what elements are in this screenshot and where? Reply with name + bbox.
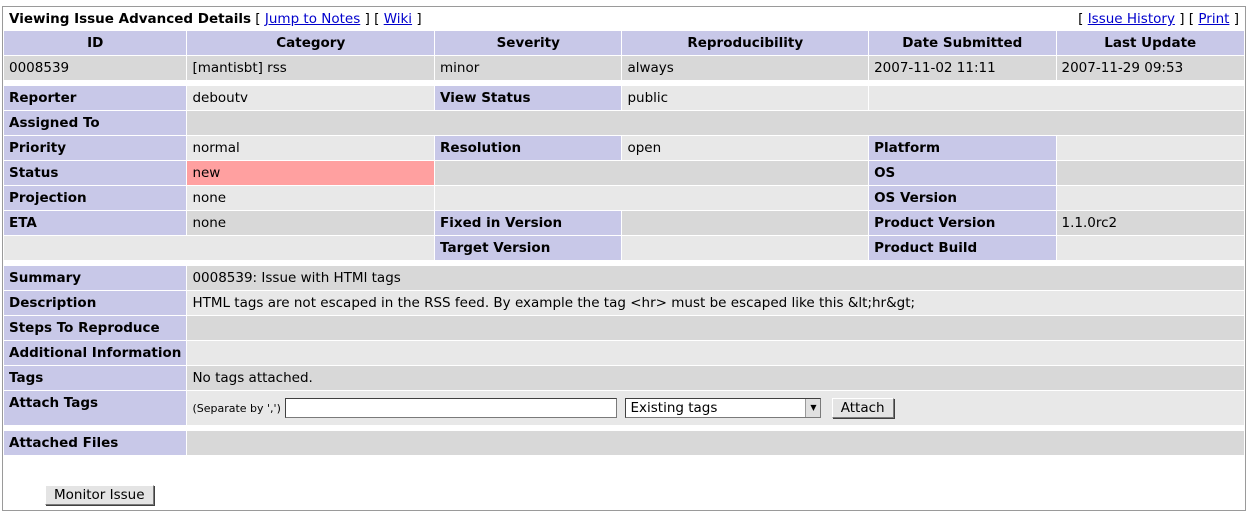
reporter-row: Reporter deboutv View Status public xyxy=(4,86,1244,110)
status-row-filler xyxy=(435,161,868,185)
reporter-value: deboutv xyxy=(192,90,248,106)
description-row: Description HTML tags are not escaped in… xyxy=(4,291,1244,315)
tags-row: Tags No tags attached. xyxy=(4,366,1244,390)
existing-tags-select[interactable]: Existing tags ▼ xyxy=(625,398,822,418)
additional-info-row: Additional Information xyxy=(4,341,1244,365)
assigned-to-row: Assigned To xyxy=(4,111,1244,135)
reporter-row-filler xyxy=(869,86,1244,110)
steps-label: Steps To Reproduce xyxy=(4,316,187,340)
product-build-label: Product Build xyxy=(869,236,1056,260)
title-row: Viewing Issue Advanced Details [ Jump to… xyxy=(4,8,1244,30)
target-version-row: Target Version Product Build xyxy=(4,236,1244,260)
os-label: OS xyxy=(869,161,1056,185)
status-label: Status xyxy=(4,161,187,185)
issue-id: 0008539 xyxy=(9,60,70,76)
view-status-value: public xyxy=(627,90,669,106)
spacer-row xyxy=(4,261,1244,265)
eta-row: ETA none Fixed in Version Product Versio… xyxy=(4,211,1244,235)
existing-tags-selected: Existing tags xyxy=(630,400,718,416)
resolution-label: Resolution xyxy=(435,136,622,160)
additional-info-label: Additional Information xyxy=(4,341,187,365)
attach-tags-hint: (Separate by ',') xyxy=(192,402,281,415)
column-header-row: ID Category Severity Reproducibility Dat… xyxy=(4,31,1244,55)
col-header-category: Category xyxy=(187,31,435,55)
target-version-row-filler xyxy=(4,236,434,260)
attached-files-value xyxy=(187,431,1244,455)
priority-label: Priority xyxy=(4,136,187,160)
resolution-value: open xyxy=(627,140,662,156)
status-row: Status new OS xyxy=(4,161,1244,185)
attach-tags-row: Attach Tags (Separate by ',') Existing t… xyxy=(4,391,1244,425)
additional-info-value xyxy=(187,341,1244,365)
projection-label: Projection xyxy=(4,186,187,210)
status-value: new xyxy=(187,161,435,185)
spacer-row xyxy=(4,426,1244,430)
steps-value xyxy=(187,316,1244,340)
issue-last-update: 2007-11-29 09:53 xyxy=(1061,60,1184,76)
col-header-reproducibility: Reproducibility xyxy=(622,31,869,55)
issue-date-submitted: 2007-11-02 11:11 xyxy=(874,60,996,76)
col-header-id: ID xyxy=(4,31,187,55)
spacer-row xyxy=(4,81,1244,85)
issue-category: [mantisbt] rss xyxy=(192,60,287,76)
print-link[interactable]: Print xyxy=(1198,11,1229,27)
assigned-to-value xyxy=(187,111,1244,135)
projection-row: Projection none OS Version xyxy=(4,186,1244,210)
fixed-in-version-value xyxy=(622,211,868,235)
issue-details-table: Viewing Issue Advanced Details [ Jump to… xyxy=(3,7,1245,456)
os-version-label: OS Version xyxy=(869,186,1056,210)
summary-label: Summary xyxy=(4,266,187,290)
eta-label: ETA xyxy=(4,211,187,235)
issue-summary-row: 0008539 [mantisbt] rss minor always 2007… xyxy=(4,56,1244,80)
issue-details-frame: Viewing Issue Advanced Details [ Jump to… xyxy=(2,6,1246,511)
priority-value: normal xyxy=(192,140,240,156)
col-header-severity: Severity xyxy=(435,31,622,55)
product-version-label: Product Version xyxy=(869,211,1056,235)
os-version-value xyxy=(1057,186,1245,210)
col-header-last-update: Last Update xyxy=(1056,31,1244,55)
assigned-to-label: Assigned To xyxy=(4,111,187,135)
priority-row: Priority normal Resolution open Platform xyxy=(4,136,1244,160)
issue-severity: minor xyxy=(440,60,480,76)
eta-value: none xyxy=(192,215,227,231)
issue-history-link[interactable]: Issue History xyxy=(1088,11,1175,27)
attach-button[interactable]: Attach xyxy=(831,398,894,418)
projection-value: none xyxy=(192,190,227,206)
steps-row: Steps To Reproduce xyxy=(4,316,1244,340)
jump-to-notes-link[interactable]: Jump to Notes xyxy=(265,11,360,27)
platform-label: Platform xyxy=(869,136,1056,160)
summary-value: 0008539: Issue with HTMl tags xyxy=(192,270,401,286)
issue-reproducibility: always xyxy=(627,60,674,76)
title-links-cell: [ Issue History ] [ Print ] xyxy=(869,8,1244,30)
target-version-label: Target Version xyxy=(435,236,622,260)
platform-value xyxy=(1057,136,1245,160)
page-title: Viewing Issue Advanced Details xyxy=(9,11,251,27)
tag-input[interactable] xyxy=(285,398,618,418)
monitor-issue-button[interactable]: Monitor Issue xyxy=(45,485,154,505)
view-status-label: View Status xyxy=(435,86,622,110)
projection-row-filler xyxy=(435,186,868,210)
attach-tags-cell: (Separate by ',') Existing tags ▼ Attach xyxy=(187,391,1244,425)
reporter-label: Reporter xyxy=(4,86,187,110)
fixed-in-version-label: Fixed in Version xyxy=(435,211,622,235)
attached-files-row: Attached Files xyxy=(4,431,1244,455)
description-label: Description xyxy=(4,291,187,315)
wiki-link[interactable]: Wiki xyxy=(384,11,412,27)
product-build-value xyxy=(1057,236,1245,260)
chevron-down-icon[interactable]: ▼ xyxy=(805,399,821,417)
description-value: HTML tags are not escaped in the RSS fee… xyxy=(192,295,916,311)
attached-files-label: Attached Files xyxy=(4,431,187,455)
col-header-date-submitted: Date Submitted xyxy=(869,31,1056,55)
product-version-value: 1.1.0rc2 xyxy=(1061,215,1118,231)
os-value xyxy=(1057,161,1245,185)
summary-row: Summary 0008539: Issue with HTMl tags xyxy=(4,266,1244,290)
attach-tags-label: Attach Tags xyxy=(4,391,187,425)
title-cell: Viewing Issue Advanced Details [ Jump to… xyxy=(4,8,869,30)
tags-value: No tags attached. xyxy=(192,370,313,386)
target-version-value xyxy=(622,236,868,260)
tags-label: Tags xyxy=(4,366,187,390)
